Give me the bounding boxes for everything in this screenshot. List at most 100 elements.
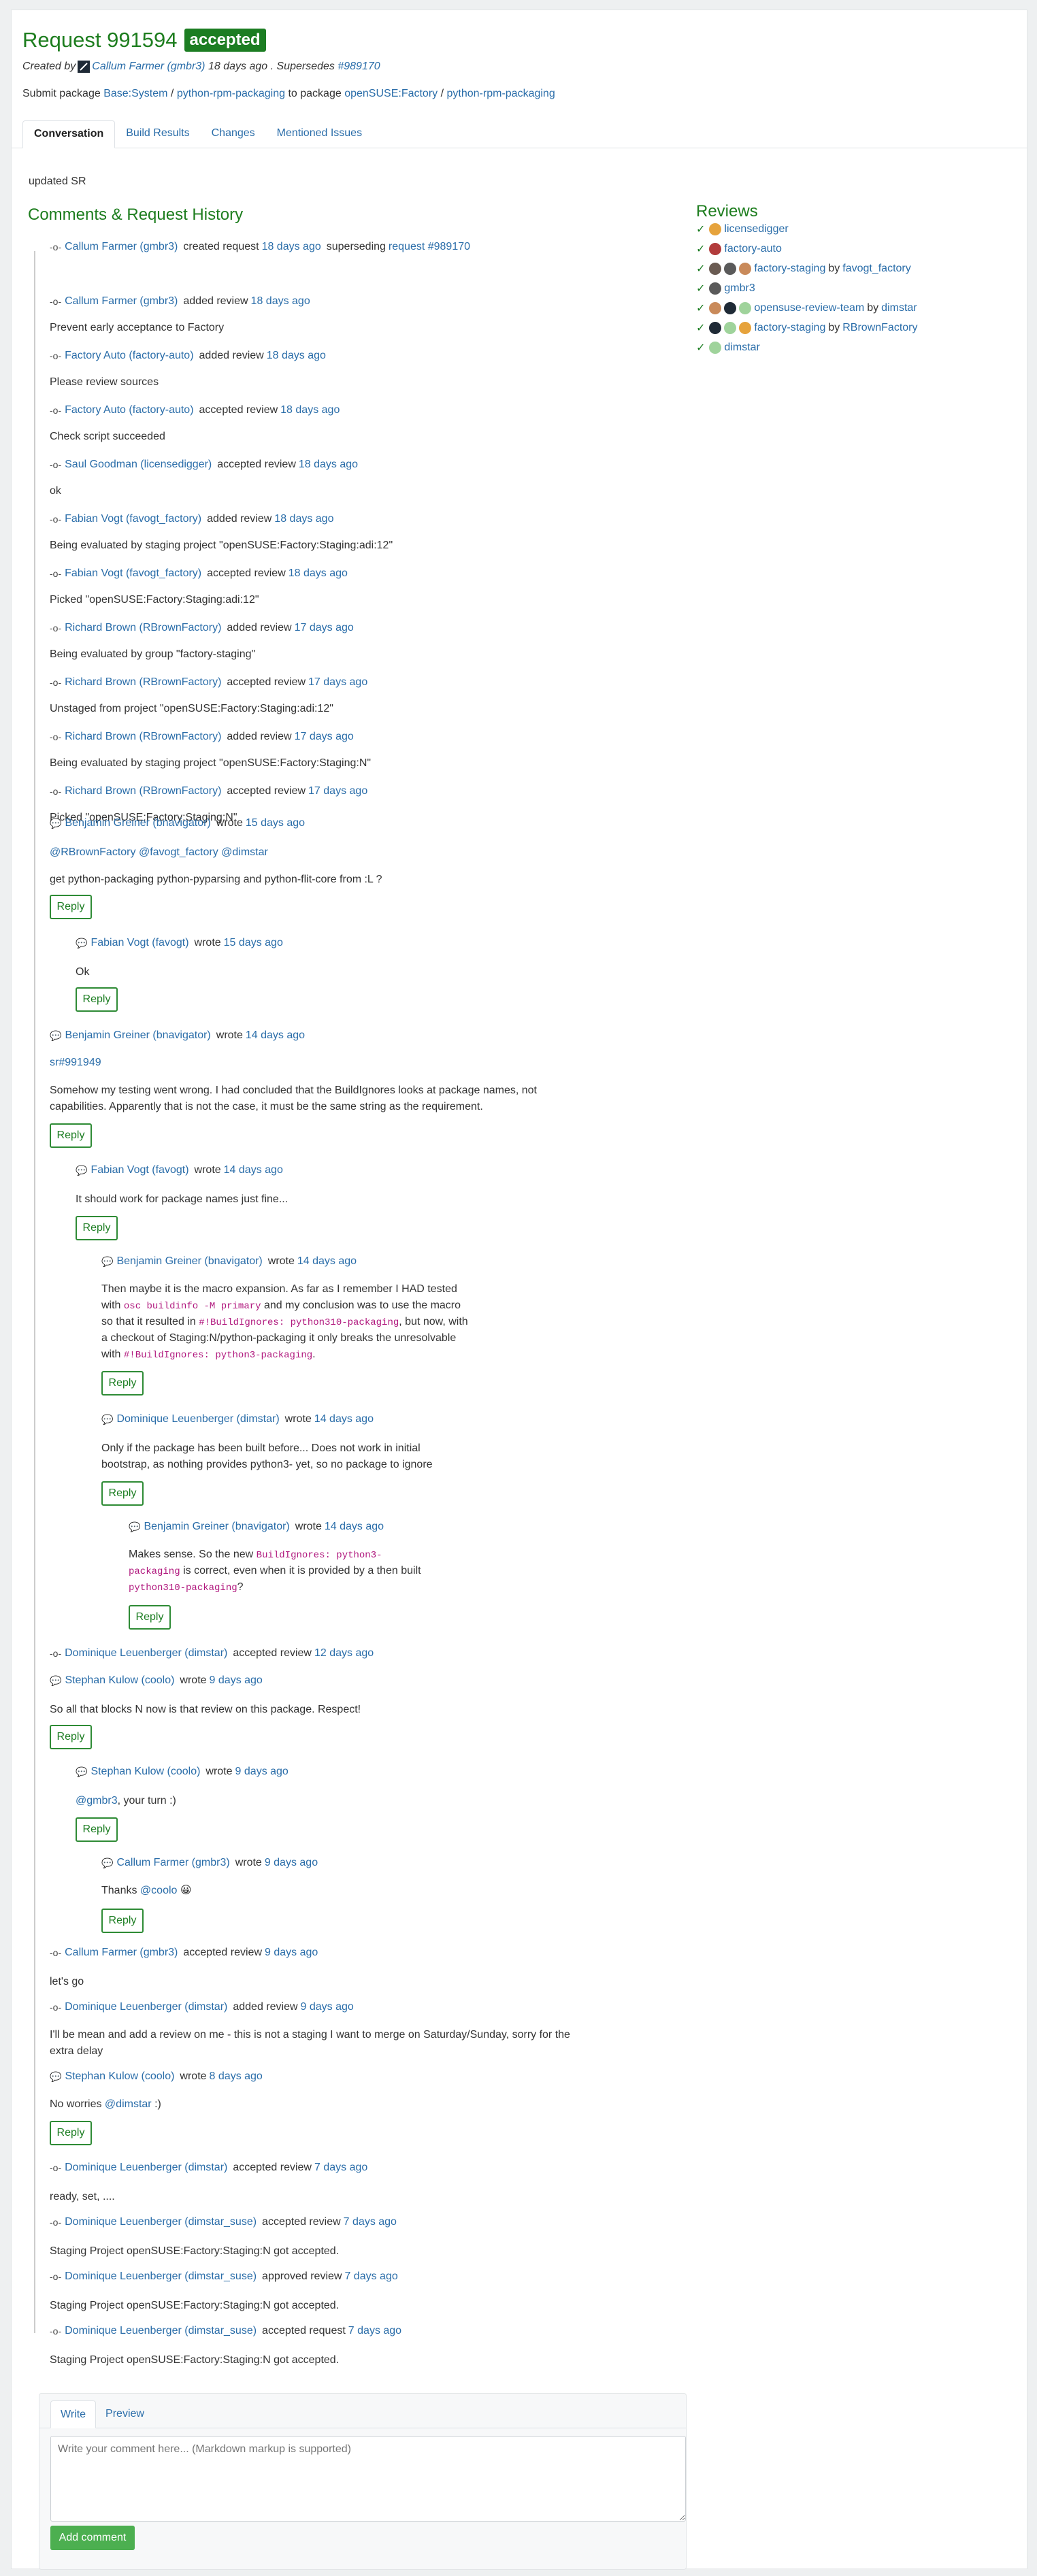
user-link[interactable]: Dominique Leuenberger (dimstar_suse): [65, 2216, 257, 2228]
timestamp-link[interactable]: 17 days ago: [295, 622, 354, 634]
user-link[interactable]: Dominique Leuenberger (dimstar_suse): [65, 2325, 257, 2337]
mention-link[interactable]: @coolo: [140, 1885, 178, 1896]
reviewer-user-link[interactable]: favogt_factory: [842, 263, 911, 275]
timestamp-link[interactable]: 7 days ago: [344, 2270, 397, 2283]
reviewer-user-link[interactable]: dimstar: [881, 302, 917, 314]
timestamp-link[interactable]: 9 days ago: [265, 1947, 318, 1959]
timestamp-link[interactable]: 18 days ago: [267, 350, 326, 362]
reviewer-link[interactable]: factory-staging: [754, 263, 825, 275]
target-project-link[interactable]: openSUSE:Factory: [344, 88, 438, 99]
reply-button[interactable]: Reply: [129, 1605, 171, 1630]
user-link[interactable]: Factory Auto (factory-auto): [65, 404, 193, 416]
reviewer-link[interactable]: gmbr3: [724, 282, 755, 295]
tab-changes[interactable]: Changes: [201, 120, 266, 148]
tab-write[interactable]: Write: [50, 2400, 97, 2428]
reply-button[interactable]: Reply: [76, 1216, 118, 1240]
timestamp-link[interactable]: 15 days ago: [224, 937, 283, 949]
user-link[interactable]: Callum Farmer (gmbr3): [65, 1947, 178, 1959]
reply-button[interactable]: Reply: [76, 1817, 118, 1842]
user-link[interactable]: Stephan Kulow (coolo): [90, 1766, 200, 1778]
timestamp-link[interactable]: 8 days ago: [210, 2070, 263, 2083]
user-link[interactable]: Callum Farmer (gmbr3): [65, 241, 178, 253]
user-link[interactable]: Callum Farmer (gmbr3): [65, 295, 178, 308]
user-link[interactable]: Benjamin Greiner (bnavigator): [65, 1029, 210, 1042]
user-link[interactable]: Stephan Kulow (coolo): [65, 1674, 174, 1687]
timestamp-link[interactable]: 15 days ago: [246, 817, 305, 829]
user-link[interactable]: Callum Farmer (gmbr3): [116, 1857, 229, 1869]
timestamp-link[interactable]: 18 days ago: [274, 513, 333, 525]
user-link[interactable]: Dominique Leuenberger (dimstar): [65, 2001, 227, 2013]
timestamp-link[interactable]: 9 days ago: [210, 1674, 263, 1687]
reviewer-link[interactable]: factory-staging: [754, 322, 825, 334]
tab-mentioned-issues[interactable]: Mentioned Issues: [266, 120, 373, 148]
timestamp-link[interactable]: 14 days ago: [325, 1521, 384, 1533]
user-link[interactable]: Benjamin Greiner (bnavigator): [116, 1255, 262, 1268]
reply-button[interactable]: Reply: [50, 1123, 92, 1148]
user-link[interactable]: Richard Brown (RBrownFactory): [65, 622, 221, 634]
user-link[interactable]: Benjamin Greiner (bnavigator): [144, 1521, 289, 1533]
user-link[interactable]: Richard Brown (RBrownFactory): [65, 785, 221, 797]
timestamp-link[interactable]: 7 days ago: [344, 2216, 397, 2228]
reviewer-user-link[interactable]: RBrownFactory: [842, 322, 917, 334]
add-comment-button[interactable]: Add comment: [50, 2526, 135, 2550]
timestamp-link[interactable]: 9 days ago: [235, 1766, 289, 1778]
reviewer-link[interactable]: licensedigger: [724, 223, 788, 235]
creator-link[interactable]: Callum Farmer (gmbr3): [92, 61, 205, 73]
timestamp-link[interactable]: 9 days ago: [301, 2001, 354, 2013]
target-package-link[interactable]: python-rpm-packaging: [447, 88, 555, 99]
source-project-link[interactable]: Base:System: [103, 88, 167, 99]
user-link[interactable]: Fabian Vogt (favogt_factory): [65, 567, 201, 580]
reviewer-link[interactable]: dimstar: [724, 342, 759, 354]
user-link[interactable]: Stephan Kulow (coolo): [65, 2070, 174, 2083]
user-link[interactable]: Dominique Leuenberger (dimstar): [65, 2162, 227, 2174]
timestamp-link[interactable]: 7 days ago: [348, 2325, 401, 2337]
reviewer-link[interactable]: opensuse-review-team: [754, 302, 864, 314]
reply-button[interactable]: Reply: [50, 895, 92, 919]
timestamp-link[interactable]: 14 days ago: [246, 1029, 305, 1042]
user-link[interactable]: Dominique Leuenberger (dimstar): [65, 1647, 227, 1659]
timestamp-link[interactable]: 14 days ago: [224, 1164, 283, 1176]
reply-button[interactable]: Reply: [50, 1725, 92, 1749]
user-link[interactable]: Factory Auto (factory-auto): [65, 350, 193, 362]
timestamp-link[interactable]: 18 days ago: [299, 459, 358, 471]
reviewer-link[interactable]: factory-auto: [724, 243, 781, 255]
timestamp-link[interactable]: 14 days ago: [297, 1255, 357, 1268]
mention-link[interactable]: @RBrownFactory: [50, 846, 136, 858]
comment-input[interactable]: [50, 2436, 686, 2522]
reply-button[interactable]: Reply: [101, 1909, 144, 1933]
superseded-request-link[interactable]: request #989170: [389, 241, 470, 253]
timestamp-link[interactable]: 17 days ago: [308, 676, 367, 689]
user-link[interactable]: Fabian Vogt (favogt): [90, 1164, 188, 1176]
reply-button[interactable]: Reply: [101, 1481, 144, 1506]
timestamp-link[interactable]: 18 days ago: [289, 567, 348, 580]
tab-preview[interactable]: Preview: [96, 2400, 154, 2428]
supersedes-link[interactable]: #989170: [338, 61, 380, 73]
timestamp-link[interactable]: 18 days ago: [251, 295, 310, 308]
reply-button[interactable]: Reply: [76, 987, 118, 1012]
timestamp-link[interactable]: 17 days ago: [308, 785, 367, 797]
timestamp-link[interactable]: 18 days ago: [280, 404, 340, 416]
timestamp-link[interactable]: 12 days ago: [314, 1647, 374, 1659]
timestamp-link[interactable]: 18 days ago: [262, 241, 321, 253]
reply-button[interactable]: Reply: [101, 1371, 144, 1396]
user-link[interactable]: Fabian Vogt (favogt): [90, 937, 188, 949]
tab-build-results[interactable]: Build Results: [115, 120, 200, 148]
user-link[interactable]: Saul Goodman (licensedigger): [65, 459, 212, 471]
user-link[interactable]: Dominique Leuenberger (dimstar): [116, 1413, 279, 1425]
user-link[interactable]: Dominique Leuenberger (dimstar_suse): [65, 2270, 257, 2283]
tab-conversation[interactable]: Conversation: [22, 120, 116, 148]
timestamp-link[interactable]: 7 days ago: [314, 2162, 367, 2174]
timestamp-link[interactable]: 9 days ago: [265, 1857, 318, 1869]
timestamp-link[interactable]: 17 days ago: [295, 731, 354, 743]
mention-link[interactable]: @favogt_factory: [139, 846, 218, 858]
source-package-link[interactable]: python-rpm-packaging: [177, 88, 285, 99]
sr-link[interactable]: sr#991949: [50, 1057, 101, 1069]
user-link[interactable]: Fabian Vogt (favogt_factory): [65, 513, 201, 525]
user-link[interactable]: Benjamin Greiner (bnavigator): [65, 817, 210, 829]
timestamp-link[interactable]: 14 days ago: [314, 1413, 374, 1425]
reply-button[interactable]: Reply: [50, 2121, 92, 2145]
mention-link[interactable]: @dimstar: [221, 846, 268, 858]
user-link[interactable]: Richard Brown (RBrownFactory): [65, 731, 221, 743]
mention-link[interactable]: @dimstar: [105, 2098, 152, 2110]
user-link[interactable]: Richard Brown (RBrownFactory): [65, 676, 221, 689]
